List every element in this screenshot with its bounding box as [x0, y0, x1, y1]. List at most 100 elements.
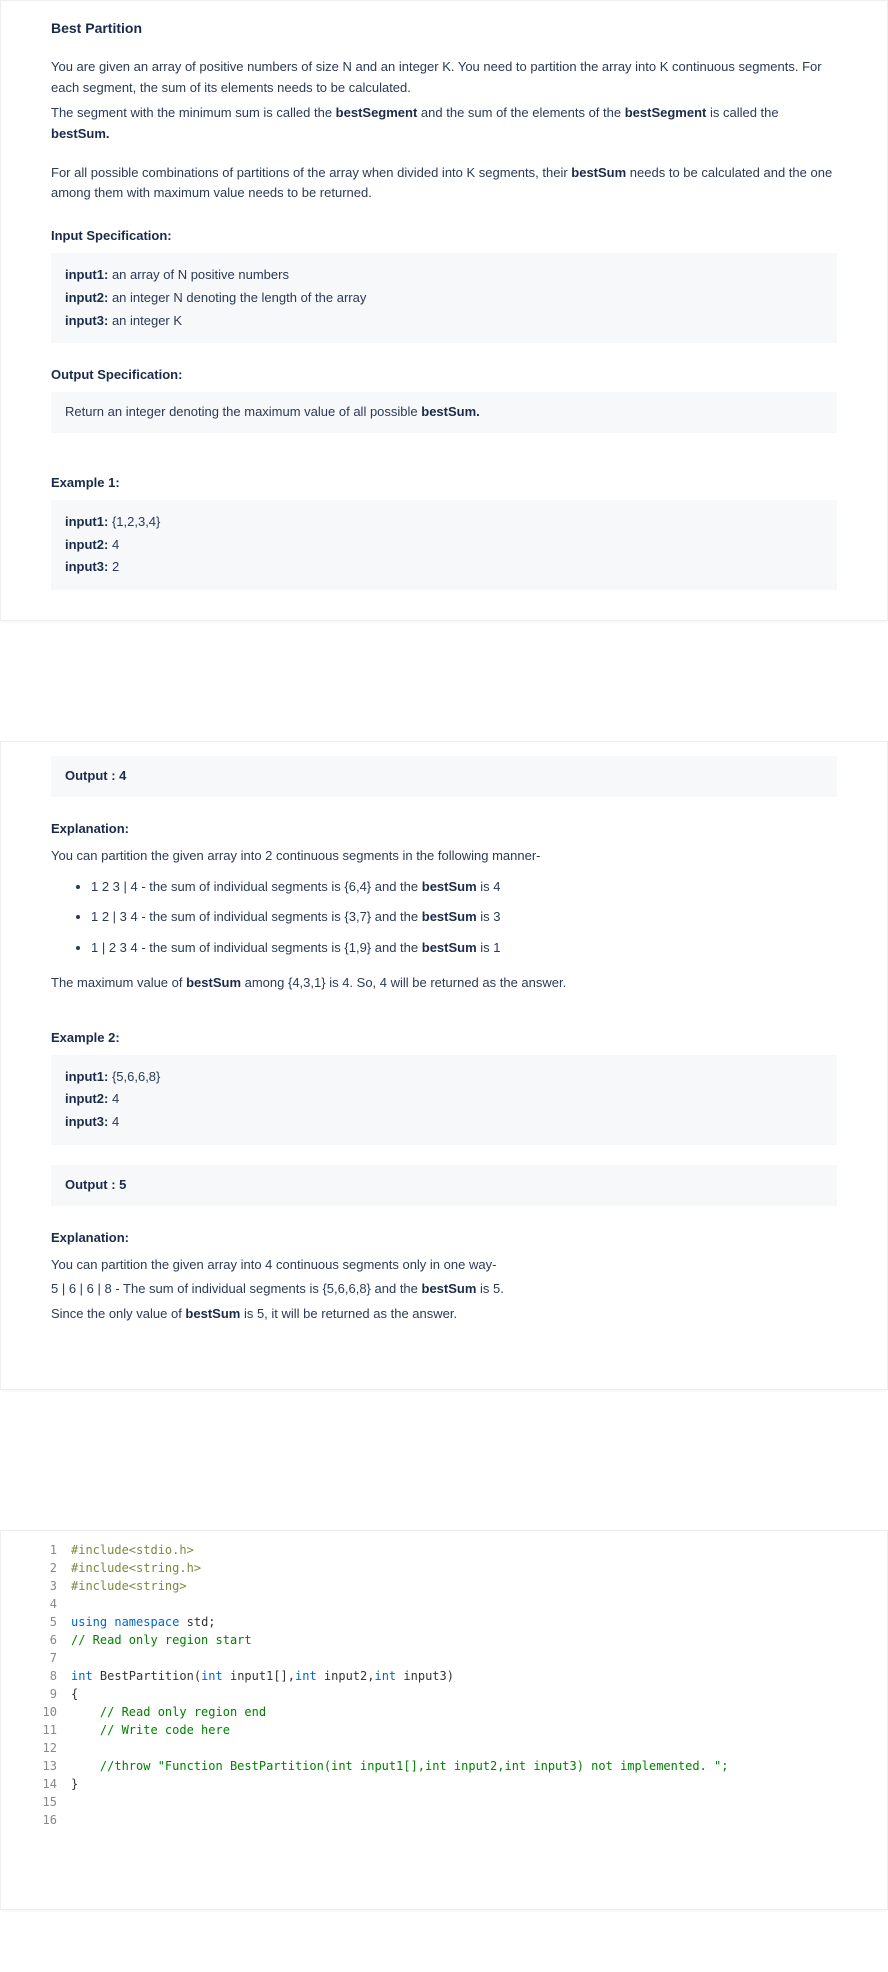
problem-card-2: Output : 4 Explanation: You can partitio… [0, 741, 888, 1390]
text: For all possible combinations of partiti… [51, 165, 571, 180]
explanation-conclusion: The maximum value of bestSum among {4,3,… [51, 973, 837, 994]
text: is called the [706, 105, 778, 120]
bold: bestSum [571, 165, 626, 180]
text: and the sum of the elements of the [417, 105, 624, 120]
text: 1 2 3 | 4 - the sum of individual segmen… [91, 879, 422, 894]
bold: bestSum. [421, 404, 480, 419]
code-line: 3#include<string> [41, 1577, 867, 1595]
line-number: 10 [41, 1703, 71, 1721]
text: is 4 [477, 879, 501, 894]
line-number: 12 [41, 1739, 71, 1757]
example2-output-box: Output : 5 [51, 1165, 837, 1206]
code-editor[interactable]: 1#include<stdio.h>2#include<string.h>3#i… [41, 1541, 867, 1829]
list-item: 1 2 | 3 4 - the sum of individual segmen… [91, 907, 837, 928]
label: input1: [65, 514, 108, 529]
exp2-l1: You can partition the given array into 4… [51, 1255, 837, 1276]
line-number: 15 [41, 1793, 71, 1811]
bold: bestSegment [625, 105, 707, 120]
value: {1,2,3,4} [108, 514, 160, 529]
label: input2: [65, 290, 108, 305]
ex2-input2: input2: 4 [65, 1089, 823, 1110]
line-number: 3 [41, 1577, 71, 1595]
text: is 5. [476, 1281, 503, 1296]
input-spec-box: input1: an array of N positive numbers i… [51, 253, 837, 343]
code-content: // Write code here [71, 1721, 230, 1739]
code-content: #include<stdio.h> [71, 1541, 194, 1559]
text: The segment with the minimum sum is call… [51, 105, 336, 120]
line-number: 16 [41, 1811, 71, 1829]
problem-card-1: Best Partition You are given an array of… [0, 0, 888, 621]
code-content: int BestPartition(int input1[],int input… [71, 1667, 454, 1685]
text: 1 2 | 3 4 - the sum of individual segmen… [91, 909, 422, 924]
code-line: 7 [41, 1649, 867, 1667]
code-editor-card: 1#include<stdio.h>2#include<string.h>3#i… [0, 1530, 888, 1910]
exp2-l3: Since the only value of bestSum is 5, it… [51, 1304, 837, 1325]
value: 4 [108, 537, 119, 552]
intro-paragraph-1b: The segment with the minimum sum is call… [51, 103, 837, 145]
label: input1: [65, 1069, 108, 1084]
input3-line: input3: an integer K [65, 311, 823, 332]
bold: bestSum [422, 940, 477, 955]
bold: bestSum [185, 1306, 240, 1321]
line-number: 8 [41, 1667, 71, 1685]
code-content: { [71, 1685, 78, 1703]
value: {5,6,6,8} [108, 1069, 160, 1084]
text: The maximum value of [51, 975, 186, 990]
text: Return an integer denoting the maximum v… [65, 404, 421, 419]
line-number: 2 [41, 1559, 71, 1577]
intro-paragraph-1a: You are given an array of positive numbe… [51, 57, 837, 99]
explanation-list: 1 2 3 | 4 - the sum of individual segmen… [51, 877, 837, 959]
value: an array of N positive numbers [108, 267, 289, 282]
line-number: 1 [41, 1541, 71, 1559]
line-number: 5 [41, 1613, 71, 1631]
code-line: 14} [41, 1775, 867, 1793]
code-content: using namespace std; [71, 1613, 216, 1631]
bold: bestSum. [51, 126, 110, 141]
line-number: 14 [41, 1775, 71, 1793]
code-content: #include<string.h> [71, 1559, 201, 1577]
ex2-input3: input3: 4 [65, 1112, 823, 1133]
code-line: 8int BestPartition(int input1[],int inpu… [41, 1667, 867, 1685]
text: Since the only value of [51, 1306, 185, 1321]
text: is 3 [477, 909, 501, 924]
example1-heading: Example 1: [51, 473, 837, 494]
line-number: 6 [41, 1631, 71, 1649]
ex1-input3: input3: 2 [65, 557, 823, 578]
code-line: 9{ [41, 1685, 867, 1703]
explanation-intro: You can partition the given array into 2… [51, 846, 837, 867]
text: among {4,3,1} is 4. So, 4 will be return… [241, 975, 566, 990]
ex2-input1: input1: {5,6,6,8} [65, 1067, 823, 1088]
ex1-input2: input2: 4 [65, 535, 823, 556]
text: is 5, it will be returned as the answer. [240, 1306, 457, 1321]
label: input3: [65, 313, 108, 328]
input2-line: input2: an integer N denoting the length… [65, 288, 823, 309]
problem-title: Best Partition [51, 17, 837, 39]
ex1-input1: input1: {1,2,3,4} [65, 512, 823, 533]
label: input2: [65, 1091, 108, 1106]
line-number: 4 [41, 1595, 71, 1613]
code-content: // Read only region start [71, 1631, 252, 1649]
label: input1: [65, 267, 108, 282]
list-item: 1 2 3 | 4 - the sum of individual segmen… [91, 877, 837, 898]
code-line: 10 // Read only region end [41, 1703, 867, 1721]
output-spec-box: Return an integer denoting the maximum v… [51, 392, 837, 433]
code-line: 5using namespace std; [41, 1613, 867, 1631]
value: an integer K [108, 313, 182, 328]
value: 4 [108, 1114, 119, 1129]
input-spec-heading: Input Specification: [51, 226, 837, 247]
value: 2 [108, 559, 119, 574]
text: 5 | 6 | 6 | 8 - The sum of individual se… [51, 1281, 422, 1296]
code-content: //throw "Function BestPartition(int inpu… [71, 1757, 728, 1775]
code-line: 12 [41, 1739, 867, 1757]
line-number: 13 [41, 1757, 71, 1775]
text: 1 | 2 3 4 - the sum of individual segmen… [91, 940, 422, 955]
explanation2-heading: Explanation: [51, 1228, 837, 1249]
example2-heading: Example 2: [51, 1028, 837, 1049]
bold: bestSegment [336, 105, 418, 120]
code-line: 6// Read only region start [41, 1631, 867, 1649]
code-line: 15 [41, 1793, 867, 1811]
code-line: 13 //throw "Function BestPartition(int i… [41, 1757, 867, 1775]
example2-input-box: input1: {5,6,6,8} input2: 4 input3: 4 [51, 1055, 837, 1145]
exp2-l2: 5 | 6 | 6 | 8 - The sum of individual se… [51, 1279, 837, 1300]
code-line: 4 [41, 1595, 867, 1613]
